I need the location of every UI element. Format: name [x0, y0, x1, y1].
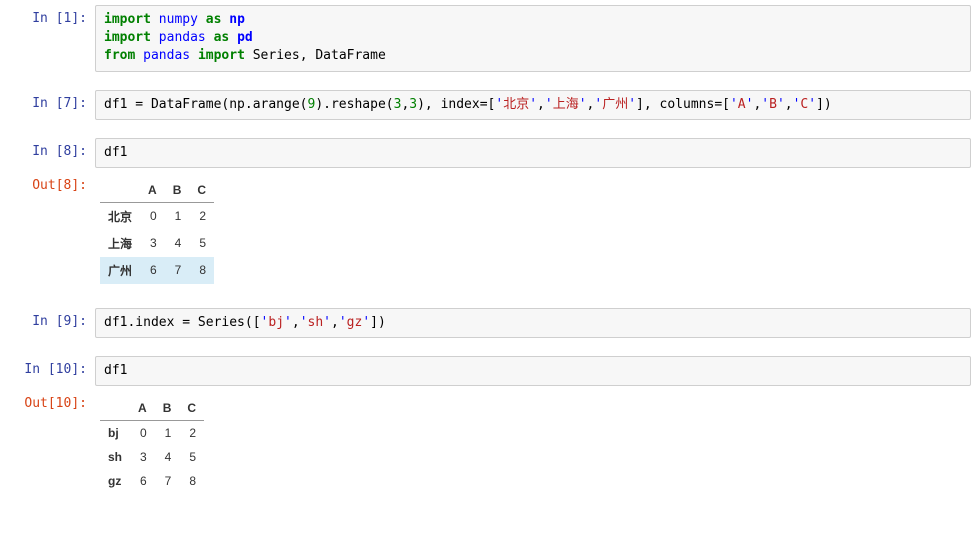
table-cell: 3	[130, 445, 155, 469]
prompt-in-10: In [10]:	[5, 356, 95, 386]
table-cell: 5	[189, 230, 214, 257]
prompt-out-10: Out[10]:	[5, 390, 95, 499]
table-row[interactable]: 广州678	[100, 257, 214, 284]
code-input-10[interactable]: df1	[95, 356, 971, 386]
row-index: 广州	[100, 257, 140, 284]
code-text-8: df1	[104, 144, 962, 162]
table-row[interactable]: 北京012	[100, 202, 214, 230]
code-text-9: df1.index = Series(['bj','sh','gz'])	[104, 314, 962, 332]
table-cell: 7	[155, 469, 180, 493]
cell-out-10: Out[10]: ABCbj012sh345gz678	[5, 390, 971, 499]
prompt-in-8: In [8]:	[5, 138, 95, 168]
table-cell: 2	[189, 202, 214, 230]
row-index: 上海	[100, 230, 140, 257]
table-cell: 1	[155, 421, 180, 446]
output-10: ABCbj012sh345gz678	[95, 390, 971, 499]
table-cell: 8	[179, 469, 204, 493]
table-cell: 4	[155, 445, 180, 469]
table-cell: 3	[140, 230, 165, 257]
col-header: A	[140, 178, 165, 203]
table-cell: 0	[140, 202, 165, 230]
table-cell: 6	[140, 257, 165, 284]
code-text-1: import numpy as np import pandas as pd f…	[104, 11, 962, 66]
cell-out-8: Out[8]: ABC北京012上海345广州678	[5, 172, 971, 290]
cell-in-9: In [9]: df1.index = Series(['bj','sh','g…	[5, 308, 971, 338]
code-input-1[interactable]: import numpy as np import pandas as pd f…	[95, 5, 971, 72]
output-8: ABC北京012上海345广州678	[95, 172, 971, 290]
table-cell: 8	[189, 257, 214, 284]
table-cell: 2	[179, 421, 204, 446]
code-input-9[interactable]: df1.index = Series(['bj','sh','gz'])	[95, 308, 971, 338]
col-header: B	[165, 178, 190, 203]
col-header: B	[155, 396, 180, 421]
row-index: gz	[100, 469, 130, 493]
table-cell: 0	[130, 421, 155, 446]
table-row[interactable]: sh345	[100, 445, 204, 469]
col-header: A	[130, 396, 155, 421]
cell-in-7: In [7]: df1 = DataFrame(np.arange(9).res…	[5, 90, 971, 120]
prompt-out-8: Out[8]:	[5, 172, 95, 290]
row-index: 北京	[100, 202, 140, 230]
table-cell: 1	[165, 202, 190, 230]
table-cell: 5	[179, 445, 204, 469]
table-cell: 7	[165, 257, 190, 284]
table-cell: 6	[130, 469, 155, 493]
col-header: C	[189, 178, 214, 203]
code-text-7: df1 = DataFrame(np.arange(9).reshape(3,3…	[104, 96, 962, 114]
dataframe-table-8[interactable]: ABC北京012上海345广州678	[100, 178, 214, 284]
row-index: bj	[100, 421, 130, 446]
prompt-in-9: In [9]:	[5, 308, 95, 338]
table-row[interactable]: 上海345	[100, 230, 214, 257]
cell-in-1: In [1]: import numpy as np import pandas…	[5, 5, 971, 72]
row-index: sh	[100, 445, 130, 469]
table-row[interactable]: gz678	[100, 469, 204, 493]
prompt-in-1: In [1]:	[5, 5, 95, 72]
col-header: C	[179, 396, 204, 421]
code-input-8[interactable]: df1	[95, 138, 971, 168]
cell-in-10: In [10]: df1	[5, 356, 971, 386]
table-row[interactable]: bj012	[100, 421, 204, 446]
table-cell: 4	[165, 230, 190, 257]
dataframe-table-10[interactable]: ABCbj012sh345gz678	[100, 396, 204, 493]
code-text-10: df1	[104, 362, 962, 380]
code-input-7[interactable]: df1 = DataFrame(np.arange(9).reshape(3,3…	[95, 90, 971, 120]
prompt-in-7: In [7]:	[5, 90, 95, 120]
cell-in-8: In [8]: df1	[5, 138, 971, 168]
